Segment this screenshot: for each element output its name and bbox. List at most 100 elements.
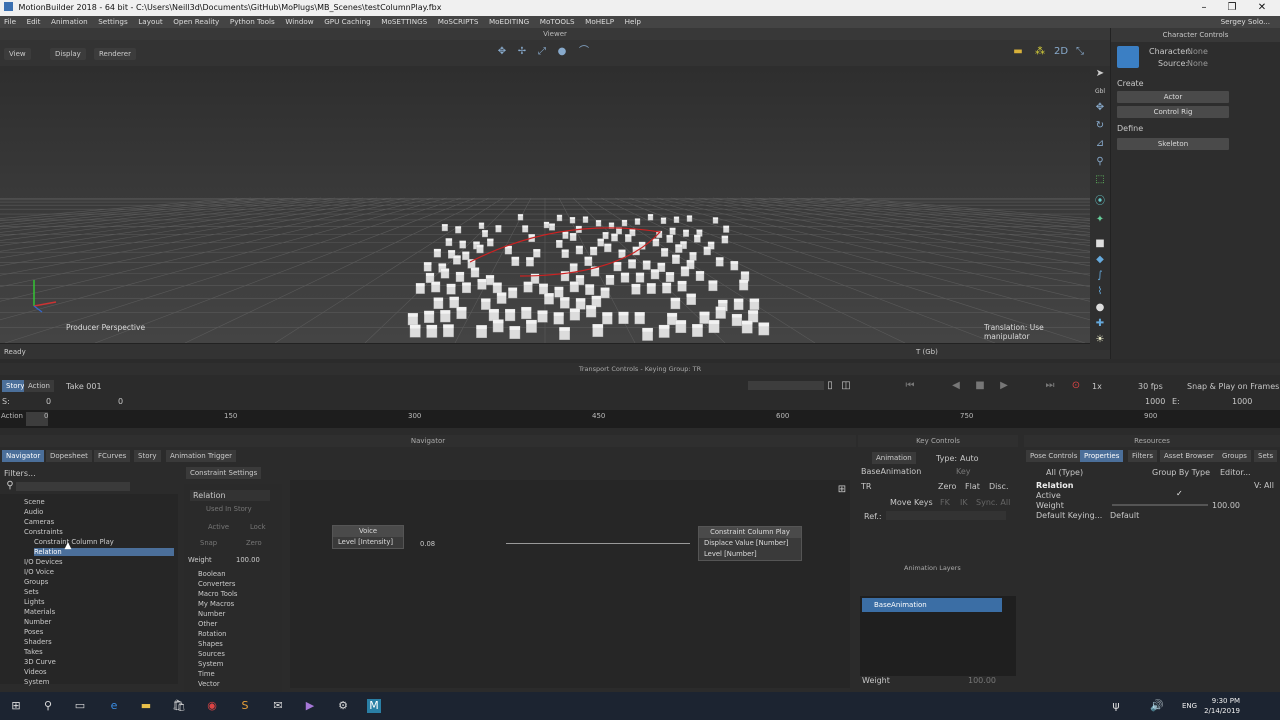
tree-item-system[interactable]: System xyxy=(24,678,49,686)
type-selector[interactable]: Auto xyxy=(960,454,979,463)
volume-icon[interactable]: 🔊 xyxy=(1150,699,1164,713)
fps-selector[interactable]: 30 fps xyxy=(1138,382,1163,391)
menu-animation[interactable]: Animation xyxy=(51,17,88,26)
move-keys-button[interactable]: Move Keys xyxy=(890,498,933,507)
layer-weight-value[interactable]: 100.00 xyxy=(968,676,996,685)
active-check-icon[interactable]: ✓ xyxy=(1176,489,1183,498)
actor-button[interactable]: Actor xyxy=(1117,91,1229,103)
weight-property-value[interactable]: 100.00 xyxy=(1212,501,1240,510)
view-all-selector[interactable]: V: All xyxy=(1254,481,1274,490)
menu-motools[interactable]: MoTOOLS xyxy=(540,17,575,26)
editor-button[interactable]: Editor... xyxy=(1220,468,1251,477)
sublime-text-icon[interactable]: S xyxy=(238,699,252,713)
constraint-column-play-node[interactable]: Constraint Column Play Displace Value [N… xyxy=(698,526,802,561)
category-system[interactable]: System xyxy=(198,660,223,668)
tree-item-audio[interactable]: Audio xyxy=(24,508,43,516)
loop-mode-icon[interactable]: ◫ xyxy=(840,380,852,392)
group-by-selector[interactable]: Group By Type xyxy=(1152,468,1210,477)
orbit-manipulator-icon[interactable]: ⌒ xyxy=(578,46,590,58)
weight-value[interactable]: 100.00 xyxy=(236,556,260,564)
skin-icon[interactable]: ⦿ xyxy=(1094,196,1106,208)
goto-start-icon[interactable]: ⏮ xyxy=(904,380,916,392)
start-value[interactable]: 0 xyxy=(46,397,51,406)
tree-item-takes[interactable]: Takes xyxy=(24,648,43,656)
mesh-icon[interactable]: ◆ xyxy=(1094,254,1106,266)
menu-mohelp[interactable]: MoHELP xyxy=(585,17,614,26)
timeline-slider[interactable]: Action 0 150 300 450 600 750 900 xyxy=(0,410,1280,428)
rotate-manipulator-icon[interactable]: ✢ xyxy=(516,46,528,58)
tree-item-cameras[interactable]: Cameras xyxy=(24,518,54,526)
key-icon[interactable]: ⬚ xyxy=(1094,174,1106,186)
tree-item-materials[interactable]: Materials xyxy=(24,608,55,616)
visual-studio-icon[interactable]: ▶ xyxy=(303,699,317,713)
graph-add-icon[interactable]: ⊞ xyxy=(836,484,848,496)
settings-app-icon[interactable]: ⚙ xyxy=(336,699,350,713)
snap-mode-selector[interactable]: Snap & Play on Frames xyxy=(1187,382,1279,391)
3d-viewport[interactable]: Producer Perspective Translation: Use ma… xyxy=(0,66,1090,343)
active-checkbox[interactable]: Active xyxy=(208,523,229,531)
menu-gpu-caching[interactable]: GPU Caching xyxy=(324,17,371,26)
move-manipulator-icon[interactable]: ✥ xyxy=(496,46,508,58)
source-value[interactable]: None xyxy=(1187,59,1208,68)
edge-browser-icon[interactable]: e xyxy=(107,699,121,713)
ref-field[interactable] xyxy=(886,511,1006,520)
stretch-icon[interactable]: ⚲ xyxy=(1094,156,1106,168)
tree-item-3d-curve[interactable]: 3D Curve xyxy=(24,658,56,666)
category-shapes[interactable]: Shapes xyxy=(198,640,223,648)
translate-icon[interactable]: ✥ xyxy=(1094,102,1106,114)
keying-group-selector[interactable]: TR xyxy=(861,482,871,491)
curve-icon[interactable]: ∫ xyxy=(1094,270,1106,282)
tree-item-io-devices[interactable]: I/O Devices xyxy=(24,558,63,566)
menu-layout[interactable]: Layout xyxy=(138,17,162,26)
sync-all-button[interactable]: Sync. All xyxy=(976,498,1010,507)
view-menu-button[interactable]: View xyxy=(4,48,31,60)
properties-section-title[interactable]: Relation xyxy=(1036,481,1073,490)
navigator-search-input[interactable] xyxy=(16,482,130,491)
asset-browser-tab[interactable]: Asset Browser xyxy=(1160,450,1218,462)
zero-button[interactable]: Zero xyxy=(246,539,262,547)
user-name[interactable]: Sergey Solo... xyxy=(1221,16,1270,28)
windows-start-icon[interactable]: ⊞ xyxy=(9,699,23,713)
pivot-icon[interactable]: ⁂ xyxy=(1034,46,1046,58)
groups-tab[interactable]: Groups xyxy=(1218,450,1251,462)
category-vector[interactable]: Vector xyxy=(198,680,220,688)
filters-menu[interactable]: Filters... xyxy=(4,469,36,478)
used-in-story-checkbox[interactable]: Used In Story xyxy=(206,505,252,513)
network-icon[interactable]: ψ xyxy=(1109,699,1123,713)
search-taskbar-icon[interactable]: ⚲ xyxy=(41,699,55,713)
dopesheet-tab[interactable]: Dopesheet xyxy=(46,450,92,462)
scale-manipulator-icon[interactable]: ⤢ xyxy=(536,46,548,58)
input-language[interactable]: ENG xyxy=(1182,702,1197,710)
filters-tab[interactable]: Filters xyxy=(1128,450,1157,462)
tree-item-sets[interactable]: Sets xyxy=(24,588,39,596)
character-icon[interactable] xyxy=(1117,46,1139,68)
menu-settings[interactable]: Settings xyxy=(98,17,127,26)
menu-open-reality[interactable]: Open Reality xyxy=(173,17,219,26)
task-view-icon[interactable]: ▭ xyxy=(73,699,87,713)
character-value[interactable]: None xyxy=(1187,47,1208,56)
tree-item-shaders[interactable]: Shaders xyxy=(24,638,52,646)
2d-view-icon[interactable]: 2D xyxy=(1054,46,1068,58)
renderer-menu-button[interactable]: Renderer xyxy=(94,48,136,60)
viewer-settings-icon[interactable]: ⤡ xyxy=(1074,46,1086,58)
voice-node[interactable]: Voice Level [Intensity] xyxy=(332,525,404,549)
playback-range-bar[interactable] xyxy=(748,381,824,390)
navigator-tab[interactable]: Navigator xyxy=(2,450,45,462)
base-layer-selector[interactable]: BaseAnimation xyxy=(861,467,921,476)
rotate-icon[interactable]: ↻ xyxy=(1094,120,1106,132)
category-my-macros[interactable]: My Macros xyxy=(198,600,234,608)
snap-button[interactable]: Snap xyxy=(200,539,217,547)
take-selector[interactable]: Take 001 xyxy=(66,382,102,391)
record-icon[interactable]: ⊙ xyxy=(1070,380,1082,392)
category-time[interactable]: Time xyxy=(198,670,215,678)
path-icon[interactable]: ⌇ xyxy=(1094,286,1106,298)
category-converters[interactable]: Converters xyxy=(198,580,235,588)
flat-key-button[interactable]: Flat xyxy=(965,482,980,491)
weight-slider-track[interactable] xyxy=(1112,504,1208,506)
current-frame-value[interactable]: 0 xyxy=(118,397,123,406)
close-button[interactable]: ✕ xyxy=(1248,0,1276,16)
tree-item-number[interactable]: Number xyxy=(24,618,51,626)
menu-moscripts[interactable]: MoSCRIPTS xyxy=(438,17,479,26)
category-macro-tools[interactable]: Macro Tools xyxy=(198,590,237,598)
category-boolean[interactable]: Boolean xyxy=(198,570,226,578)
